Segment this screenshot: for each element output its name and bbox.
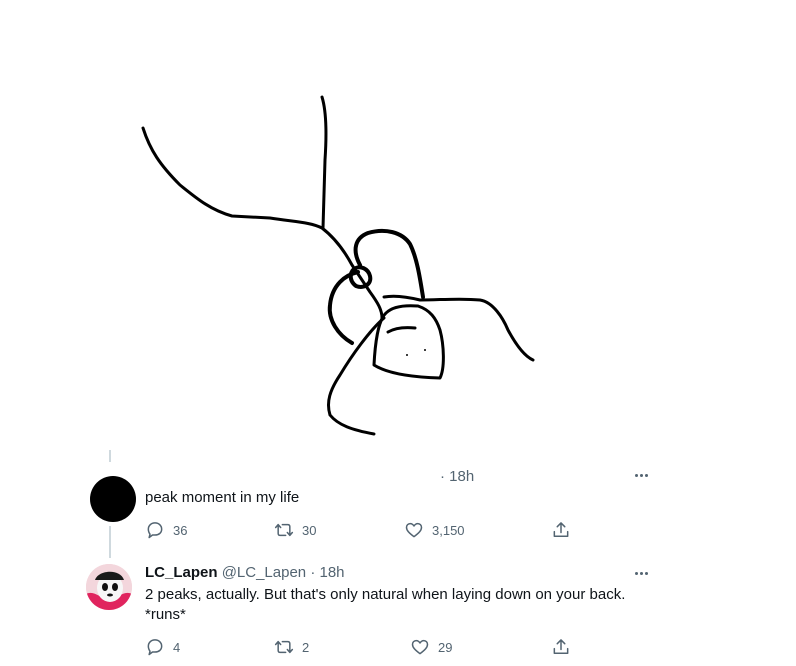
tweet-2[interactable]: LC_Lapen @LC_Lapen · 18h 2 peaks, actual…: [0, 558, 796, 666]
like-count: 29: [438, 639, 453, 655]
reply-icon: [147, 639, 163, 656]
reply-count: 36: [173, 522, 188, 538]
share-icon: [553, 639, 569, 654]
like-button[interactable]: 3,150: [404, 520, 465, 540]
timestamp[interactable]: · 18h: [440, 468, 474, 485]
tweet-1[interactable]: · 18h peak moment in my life 36 30 3,150: [0, 462, 796, 562]
avatar[interactable]: [86, 564, 132, 610]
more-icon[interactable]: [632, 466, 650, 484]
reply-button[interactable]: 4: [145, 637, 180, 657]
like-icon: [411, 639, 429, 655]
retweet-count: 30: [302, 522, 317, 538]
tweet-text: 2 peaks, actually. But that's only natur…: [145, 585, 705, 625]
tweet-text: peak moment in my life: [145, 489, 300, 506]
share-button[interactable]: [551, 637, 571, 657]
tweet-text-line-1: 2 peaks, actually. But that's only natur…: [145, 586, 626, 603]
user-handle[interactable]: @LC_Lapen: [222, 564, 306, 581]
like-count: 3,150: [432, 522, 465, 538]
tweet-header: · 18h: [440, 468, 474, 485]
retweet-icon: [274, 640, 294, 654]
reply-icon: [147, 522, 163, 539]
avatar-image: [86, 564, 132, 610]
thread-line-top: [109, 450, 111, 462]
tweet-text-line-2: *runs*: [145, 606, 186, 623]
reply-button[interactable]: 36: [145, 520, 187, 540]
sketch-image: [141, 95, 535, 436]
reply-count: 4: [173, 639, 181, 655]
retweet-button[interactable]: 2: [274, 637, 309, 657]
like-icon: [405, 522, 423, 538]
display-name[interactable]: LC_Lapen: [145, 564, 218, 581]
more-icon[interactable]: [632, 564, 650, 582]
tweet-header: LC_Lapen @LC_Lapen · 18h: [145, 564, 345, 581]
share-icon: [553, 522, 569, 537]
retweet-count: 2: [302, 639, 310, 655]
like-button[interactable]: 29: [410, 637, 452, 657]
share-button[interactable]: [551, 520, 571, 540]
timestamp[interactable]: · 18h: [310, 564, 344, 581]
retweet-button[interactable]: 30: [274, 520, 316, 540]
avatar[interactable]: [90, 476, 136, 522]
retweet-icon: [274, 523, 294, 537]
